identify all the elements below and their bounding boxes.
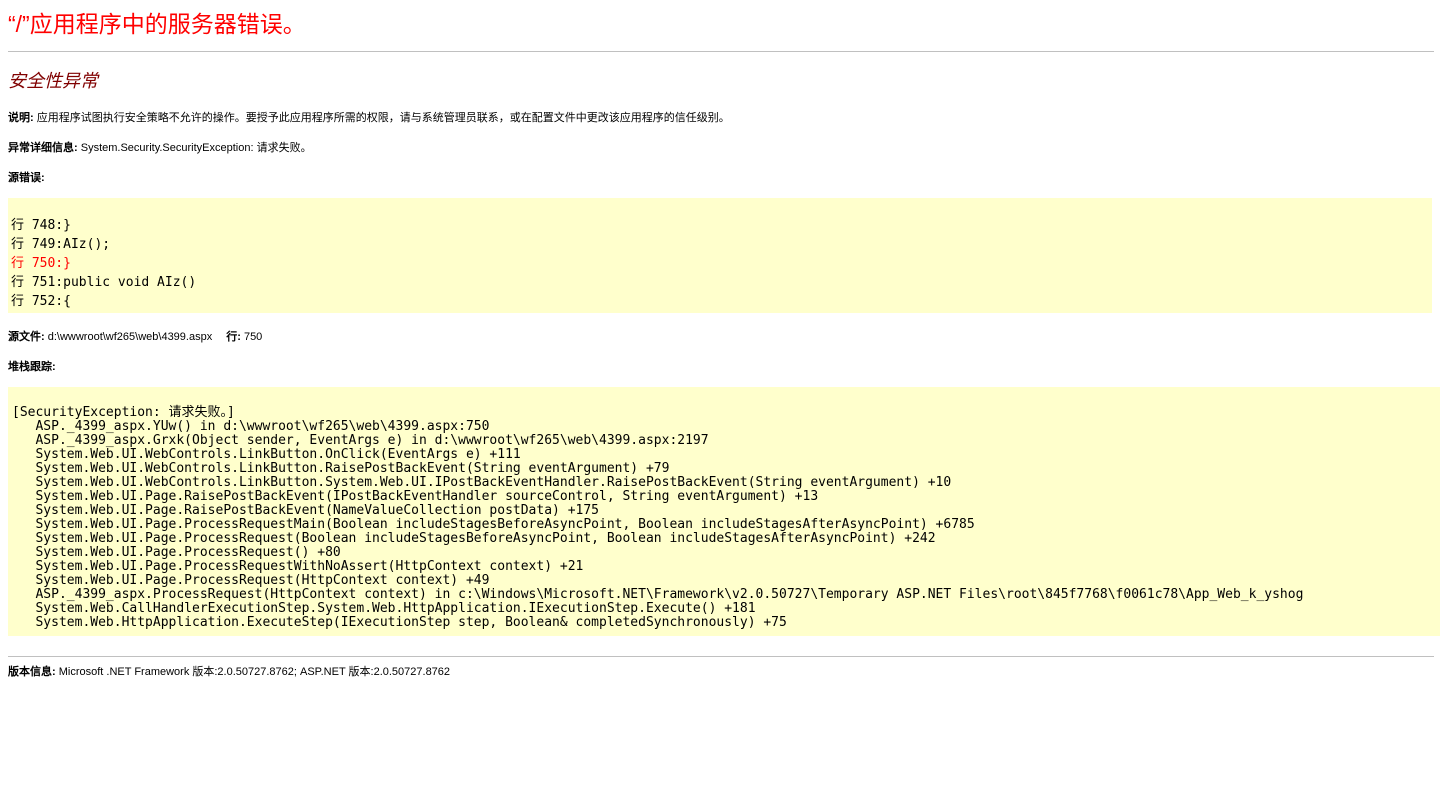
version-info-label: 版本信息: bbox=[8, 666, 56, 678]
stack-trace-line: System.Web.UI.Page.RaisePostBackEvent(Na… bbox=[12, 503, 599, 518]
version-info: 版本信息: Microsoft .NET Framework 版本:2.0.50… bbox=[8, 664, 450, 680]
stack-trace-line: System.Web.CallHandlerExecutionStep.Syst… bbox=[12, 601, 756, 616]
stack-trace-line: System.Web.UI.WebControls.LinkButton.OnC… bbox=[12, 447, 521, 462]
source-error-line: 行 751:public void AIz() bbox=[11, 275, 197, 290]
description-text: 应用程序试图执行安全策略不允许的操作。要授予此应用程序所需的权限，请与系统管理员… bbox=[33, 112, 730, 124]
stack-trace-line: System.Web.UI.Page.ProcessRequestWithNoA… bbox=[12, 559, 584, 574]
stack-trace-label: 堆栈跟踪: bbox=[8, 361, 56, 373]
source-error-line: 行 749:AIz(); bbox=[11, 237, 111, 252]
source-error-line-highlighted: 行 750:} bbox=[11, 256, 71, 271]
stack-trace-line: ASP._4399_aspx.ProcessRequest(HttpContex… bbox=[12, 587, 1304, 602]
description-label: 说明: bbox=[8, 112, 34, 124]
stack-trace-heading: 堆栈跟踪: bbox=[8, 359, 56, 375]
source-file-path: d:\wwwroot\wf265\web\4399.aspx bbox=[44, 331, 213, 343]
source-error-heading: 源错误: bbox=[8, 170, 45, 186]
stack-trace-line: System.Web.UI.WebControls.LinkButton.Sys… bbox=[12, 475, 952, 490]
source-error-line: 行 752:{ bbox=[11, 294, 71, 309]
stack-trace-line: [SecurityException: 请求失败。] bbox=[12, 405, 235, 420]
source-error-line: 行 748:} bbox=[11, 218, 71, 233]
version-info-text: Microsoft .NET Framework 版本:2.0.50727.87… bbox=[55, 666, 451, 678]
error-page: “/”应用程序中的服务器错误。 安全性异常 说明: 应用程序试图执行安全策略不允… bbox=[0, 0, 1440, 789]
stack-trace-line: System.Web.UI.WebControls.LinkButton.Rai… bbox=[12, 461, 670, 476]
stack-trace-line: System.Web.UI.Page.ProcessRequest(Boolea… bbox=[12, 531, 936, 546]
source-error-label: 源错误: bbox=[8, 172, 45, 184]
stack-trace-code-block: [SecurityException: 请求失败。] ASP._4399_asp… bbox=[8, 387, 1440, 636]
description: 说明: 应用程序试图执行安全策略不允许的操作。要授予此应用程序所需的权限，请与系… bbox=[8, 110, 730, 126]
stack-trace-code: [SecurityException: 请求失败。] ASP._4399_asp… bbox=[8, 387, 1440, 630]
exception-heading: 安全性异常 bbox=[8, 71, 98, 91]
source-error-code-block: 行 748:} 行 749:AIz(); 行 750:} 行 751:public v… bbox=[8, 198, 1432, 313]
stack-trace-line: ASP._4399_aspx.Grxk(Object sender, Event… bbox=[12, 433, 709, 448]
stack-trace-line: System.Web.UI.Page.ProcessRequest() +80 bbox=[12, 545, 341, 560]
exception-details-label: 异常详细信息: bbox=[8, 142, 78, 154]
page-title: “/”应用程序中的服务器错误。 bbox=[8, 11, 306, 37]
stack-trace-line: ASP._4399_aspx.YUw() in d:\wwwroot\wf265… bbox=[12, 419, 490, 434]
exception-details-text: System.Security.SecurityException: 请求失败。 bbox=[77, 142, 312, 154]
stack-trace-line: System.Web.UI.Page.RaisePostBackEvent(IP… bbox=[12, 489, 819, 504]
source-error-code: 行 748:} 行 749:AIz(); 行 750:} 行 751:public v… bbox=[8, 198, 1432, 311]
stack-trace-line: System.Web.UI.Page.ProcessRequest(HttpCo… bbox=[12, 573, 490, 588]
footer-divider bbox=[8, 656, 1434, 657]
line-label: 行: bbox=[226, 331, 241, 343]
source-file-info: 源文件: d:\wwwroot\wf265\web\4399.aspx 行: 75… bbox=[8, 329, 262, 345]
stack-trace-line: System.Web.HttpApplication.ExecuteStep(I… bbox=[12, 615, 787, 630]
title-divider bbox=[8, 51, 1434, 52]
source-file-label: 源文件: bbox=[8, 331, 45, 343]
exception-details: 异常详细信息: System.Security.SecurityExceptio… bbox=[8, 140, 312, 156]
line-number: 750 bbox=[240, 331, 263, 343]
stack-trace-line: System.Web.UI.Page.ProcessRequestMain(Bo… bbox=[12, 517, 975, 532]
